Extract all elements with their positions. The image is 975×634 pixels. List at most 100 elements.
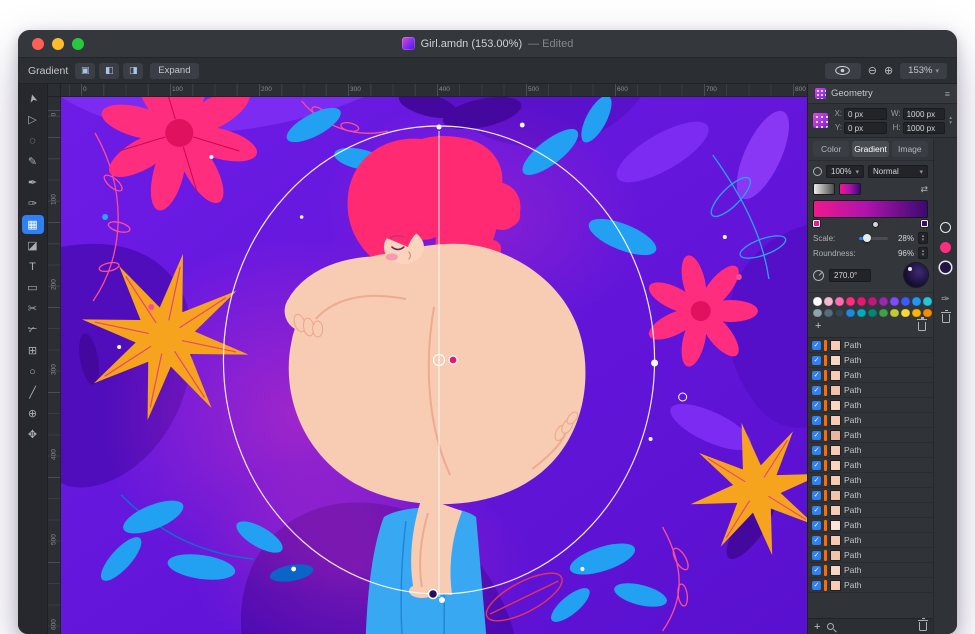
layer-row[interactable]: ✓Path <box>808 443 933 458</box>
swatch-dot[interactable] <box>923 297 932 306</box>
swatch-dot[interactable] <box>868 309 877 318</box>
swatch-dot[interactable] <box>923 309 932 318</box>
layer-visibility-checkbox[interactable]: ✓ <box>812 536 821 545</box>
horizontal-ruler[interactable]: 0100200300400500600700800 <box>61 84 807 97</box>
stepper-down-icon[interactable]: ▾ <box>922 253 925 258</box>
move-tool[interactable]: ➤ <box>20 85 44 111</box>
swatch-dot[interactable] <box>901 309 910 318</box>
fill-color-swatch[interactable] <box>940 242 951 253</box>
pencil-tool[interactable]: ✎ <box>22 152 44 171</box>
stroke-color-swatch[interactable] <box>940 262 951 273</box>
swatch-dot[interactable] <box>890 297 899 306</box>
layer-row[interactable]: ✓Path <box>808 458 933 473</box>
h-field-input[interactable]: 1000 px <box>903 122 946 134</box>
zoom-tool[interactable]: ⊕ <box>22 404 44 423</box>
stepper-down-icon[interactable]: ▾ <box>922 238 925 243</box>
add-swatch-button[interactable]: + <box>815 321 821 331</box>
canvas[interactable] <box>61 97 807 634</box>
layer-visibility-checkbox[interactable]: ✓ <box>812 401 821 410</box>
layer-visibility-checkbox[interactable]: ✓ <box>812 506 821 515</box>
layer-visibility-checkbox[interactable]: ✓ <box>812 446 821 455</box>
fill-gradient-tool[interactable]: ▦ <box>22 215 44 234</box>
swatch-dot[interactable] <box>879 309 888 318</box>
titlebar[interactable]: Girl.amdn (153.00%) — Edited <box>18 30 957 58</box>
swatch-dot[interactable] <box>857 297 866 306</box>
swatch-dot[interactable] <box>879 297 888 306</box>
layer-row[interactable]: ✓Path <box>808 368 933 383</box>
eraser-tool[interactable]: ◪ <box>22 236 44 255</box>
gradient-rotate-button[interactable]: ◨ <box>123 63 143 79</box>
blend-mode-select[interactable]: Normal ▾ <box>868 165 928 178</box>
delete-layer-icon[interactable] <box>919 622 927 631</box>
geometry-panel-header[interactable]: Geometry ≡ <box>808 84 957 104</box>
layer-row[interactable]: ✓Path <box>808 473 933 488</box>
minimize-window-button[interactable] <box>52 38 64 50</box>
brush-tool[interactable]: ✑ <box>22 194 44 213</box>
swatch-dot[interactable] <box>846 297 855 306</box>
swatch-dot[interactable] <box>901 297 910 306</box>
angle-input[interactable]: 270.0° <box>829 269 871 282</box>
gradient-type-current-button[interactable] <box>839 183 861 195</box>
swatch-dot[interactable] <box>813 297 822 306</box>
layer-visibility-checkbox[interactable]: ✓ <box>812 491 821 500</box>
search-layers-icon[interactable] <box>827 623 834 630</box>
layer-visibility-checkbox[interactable]: ✓ <box>812 461 821 470</box>
swatch-dot[interactable] <box>835 309 844 318</box>
scale-slider[interactable] <box>859 237 888 240</box>
layer-row[interactable]: ✓Path <box>808 488 933 503</box>
w-field-input[interactable]: 1000 px <box>903 108 946 120</box>
layer-visibility-checkbox[interactable]: ✓ <box>812 566 821 575</box>
layer-row[interactable]: ✓Path <box>808 578 933 593</box>
layer-visibility-checkbox[interactable]: ✓ <box>812 416 821 425</box>
layer-visibility-checkbox[interactable]: ✓ <box>812 356 821 365</box>
knife-tool[interactable]: ✃ <box>22 320 44 339</box>
transform-stepper[interactable]: ▴ ▾ <box>949 116 952 126</box>
gradient-stop-start[interactable] <box>813 220 820 227</box>
layer-row[interactable]: ✓Path <box>808 548 933 563</box>
color-wheel-icon[interactable] <box>940 222 951 233</box>
roundness-stepper[interactable]: ▴ ▾ <box>918 247 928 259</box>
layer-visibility-checkbox[interactable]: ✓ <box>812 431 821 440</box>
line-tool[interactable]: ╱ <box>22 383 44 402</box>
reverse-gradient-icon[interactable]: ⇄ <box>920 184 928 195</box>
layer-visibility-checkbox[interactable]: ✓ <box>812 476 821 485</box>
expand-button[interactable]: Expand <box>150 63 198 79</box>
layer-row[interactable]: ✓Path <box>808 383 933 398</box>
layer-row[interactable]: ✓Path <box>808 563 933 578</box>
delete-swatch-icon[interactable] <box>918 322 926 331</box>
scale-stepper[interactable]: ▴ ▾ <box>918 232 928 244</box>
pen-tool[interactable]: ✒ <box>22 173 44 192</box>
radial-gradient-preview[interactable] <box>904 263 928 287</box>
layer-visibility-checkbox[interactable]: ✓ <box>812 521 821 530</box>
x-field-input[interactable]: 0 px <box>844 108 887 120</box>
close-window-button[interactable] <box>32 38 44 50</box>
vertical-ruler[interactable]: 0100200300400500600 <box>48 97 61 634</box>
hand-tool[interactable]: ✥ <box>22 425 44 444</box>
layer-row[interactable]: ✓Path <box>808 338 933 353</box>
gradient-stop-end[interactable] <box>921 220 928 227</box>
stepper-down-icon[interactable]: ▾ <box>949 121 952 126</box>
swatch-dot[interactable] <box>824 297 833 306</box>
layer-visibility-checkbox[interactable]: ✓ <box>812 341 821 350</box>
frame-tool[interactable]: ▭ <box>22 278 44 297</box>
node-tool[interactable]: ▷ <box>22 110 44 129</box>
gradient-stop-midpoint[interactable] <box>873 222 878 227</box>
gradient-type-linear-button[interactable] <box>813 183 835 195</box>
delete-icon[interactable] <box>942 314 950 323</box>
grid-tool[interactable]: ⊞ <box>22 341 44 360</box>
layer-row[interactable]: ✓Path <box>808 518 933 533</box>
gradient-fill-button[interactable]: ▣ <box>75 63 95 79</box>
layer-visibility-checkbox[interactable]: ✓ <box>812 551 821 560</box>
swatch-dot[interactable] <box>857 309 866 318</box>
text-tool[interactable]: T <box>22 257 44 276</box>
lasso-tool[interactable]: ◌ <box>22 131 44 150</box>
ruler-corner[interactable] <box>48 84 61 97</box>
gradient-reverse-button[interactable]: ◧ <box>99 63 119 79</box>
tab-color[interactable]: Color <box>813 141 849 157</box>
swatch-dot[interactable] <box>846 309 855 318</box>
zoom-out-button[interactable]: ⊖ <box>868 64 877 77</box>
layer-row[interactable]: ✓Path <box>808 413 933 428</box>
panel-menu-icon[interactable]: ≡ <box>945 89 950 99</box>
scissors-tool[interactable]: ✂ <box>22 299 44 318</box>
swatch-dot[interactable] <box>835 297 844 306</box>
